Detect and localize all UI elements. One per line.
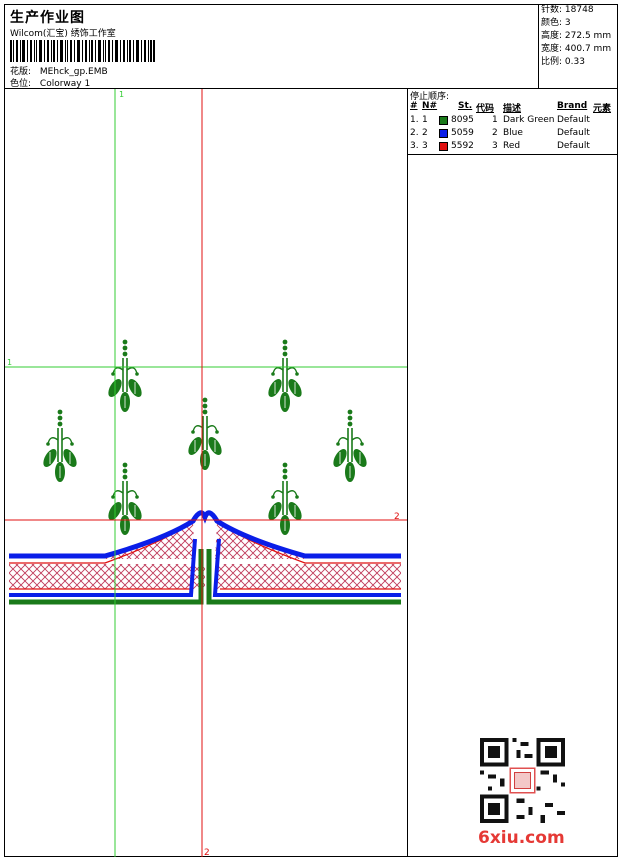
table-row[interactable]: 2. 2 5059 2 Blue Default [408, 128, 618, 141]
col-element: 元素 [593, 104, 612, 114]
color-swatch [439, 129, 448, 138]
color-swatch [439, 142, 448, 151]
stat-width: 宽度: 400.7 mm [541, 44, 612, 54]
sprig-motif [104, 338, 146, 413]
table-row[interactable]: 3. 3 5592 3 Red Default [408, 141, 618, 154]
stat-colors: 颜色: 3 [541, 18, 571, 28]
colorway-label: 色位: [10, 79, 32, 89]
header: 生产作业图 Wilcom(汇宝) 绣饰工作室 花版: MEhck_gp.EMB … [4, 4, 618, 89]
col-desc: 描述 [503, 104, 522, 114]
col-brand: Brand [557, 101, 588, 111]
guide-h-green-label: 1 [7, 358, 12, 367]
col-n: N# [422, 101, 438, 111]
colorway: 色位: Colorway 1 [10, 76, 90, 89]
color-swatch [439, 116, 448, 125]
guide-v-green-label: 1 [119, 90, 124, 99]
stat-scale: 比例: 0.33 [541, 57, 585, 67]
col-hash: # [410, 101, 418, 111]
page-title: 生产作业图 [10, 10, 85, 26]
guide-h-red-label: 2 [394, 512, 400, 522]
col-code: 代码 [476, 104, 495, 114]
qr-code [480, 738, 565, 823]
stat-height: 高度: 272.5 mm [541, 31, 612, 41]
sprig-motif [184, 396, 226, 471]
stop-sequence-panel: 停止顺序: # N# St. 代码 描述 Brand 元素 1. 1 8095 … [408, 89, 618, 155]
subtitle: Wilcom(汇宝) 绣饰工作室 [10, 29, 116, 39]
stat-stitches: 针数: 18748 [541, 5, 594, 15]
sprig-motif [104, 461, 146, 536]
stats-panel: 针数: 18748 颜色: 3 高度: 272.5 mm 宽度: 400.7 m… [538, 4, 618, 89]
sprig-motif [264, 461, 306, 536]
sprig-motif [329, 408, 371, 483]
col-st: St. [458, 101, 473, 111]
guide-v-red-label: 2 [204, 848, 210, 857]
panel-divider [407, 89, 408, 857]
border-band [9, 510, 401, 605]
sprig-motif [264, 338, 306, 413]
watermark: 6xiu.com [478, 828, 565, 848]
sprig-motif [39, 408, 81, 483]
table-row[interactable]: 1. 1 8095 1 Dark Green Default [408, 115, 618, 128]
colorway-value: Colorway 1 [39, 79, 91, 89]
barcode [10, 40, 155, 62]
design-canvas[interactable]: 1 1 2 2 [5, 89, 407, 857]
